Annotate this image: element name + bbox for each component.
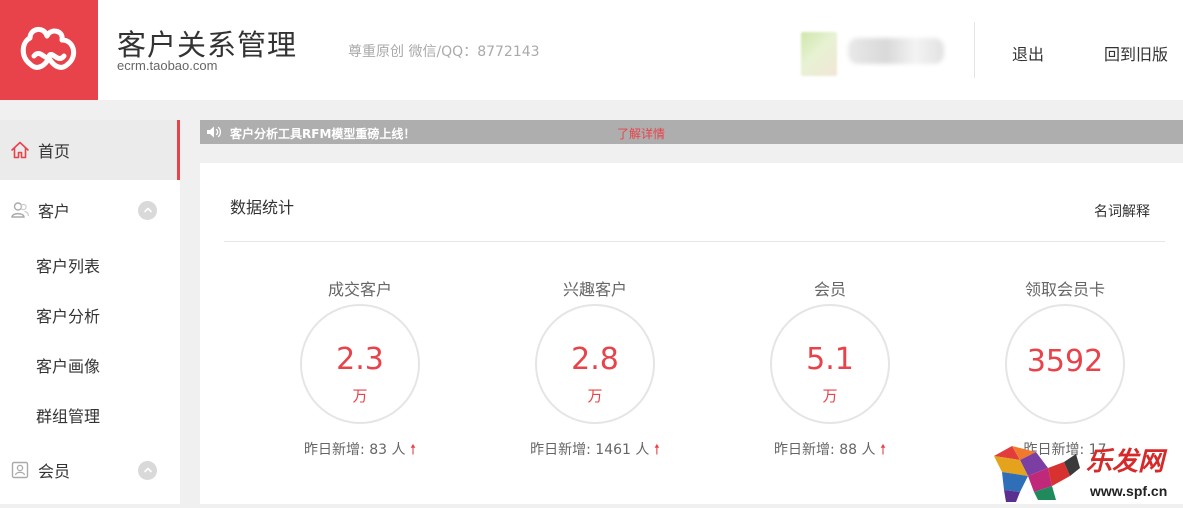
header-divider: [974, 22, 975, 78]
stat-unit: 万: [352, 387, 368, 405]
stat-foot-prefix: 昨日新增:: [530, 442, 596, 458]
sidebar-subitem-label: 群组管理: [36, 407, 101, 426]
stat-yesterday-new: 昨日新增: 1461 人 🠕: [495, 439, 695, 463]
sidebar-subitem-label: 客户分析: [36, 307, 101, 326]
stat-card-interested-customers[interactable]: 兴趣客户 2.8 万 昨日新增: 1461 人 🠕: [495, 163, 695, 504]
announcement-text: 客户分析工具RFM模型重磅上线！: [230, 127, 416, 141]
sidebar-subitem-customer-portrait[interactable]: 客户画像: [0, 340, 180, 390]
stat-circle: 5.1 万: [770, 304, 890, 424]
sidebar-subitem-group-management[interactable]: 群组管理: [0, 390, 180, 440]
member-card-icon: [10, 460, 30, 480]
stat-circle: 2.8 万: [535, 304, 655, 424]
sidebar-item-members[interactable]: 会员: [0, 440, 180, 500]
stat-unit: 万: [822, 387, 838, 405]
top-header: 客户关系管理 ecrm.taobao.com 尊重原创 微信/QQ：877214…: [0, 0, 1183, 100]
sidebar-item-customers[interactable]: 客户: [0, 180, 180, 240]
sidebar-item-label: 首页: [38, 142, 71, 161]
header-slogan: 尊重原创 微信/QQ：8772143: [348, 44, 540, 60]
arrow-up-icon: 🠕: [409, 442, 416, 458]
sidebar-item-label: 会员: [38, 462, 71, 481]
stat-circle: 2.3 万: [300, 304, 420, 424]
watermark-url: www.spf.cn: [1089, 483, 1167, 499]
announcement-bar: 客户分析工具RFM模型重磅上线！ 了解详情: [200, 120, 1183, 144]
stat-value: 5.1: [806, 342, 854, 377]
users-icon: [10, 200, 30, 220]
stat-card-deal-customers[interactable]: 成交客户 2.3 万 昨日新增: 83 人 🠕: [260, 163, 460, 504]
sidebar-subitem-label: 客户列表: [36, 257, 101, 276]
chevron-up-icon[interactable]: [138, 200, 157, 220]
stat-foot-value: 1461 人: [595, 442, 650, 458]
sidebar-subitem-label: 客户画像: [36, 357, 101, 376]
watermark-brand: 乐发网: [1086, 447, 1168, 477]
sidebar-item-home[interactable]: 首页: [0, 120, 180, 180]
stat-yesterday-new: 昨日新增: 83 人 🠕: [260, 439, 460, 463]
stat-unit: 万: [587, 387, 603, 405]
stat-label: 成交客户: [327, 280, 392, 299]
arrow-up-icon: 🠕: [879, 442, 886, 458]
stat-foot-value: 83 人: [369, 442, 406, 458]
stat-value: 3592: [1026, 344, 1104, 379]
stat-value: 2.3: [336, 342, 384, 377]
stat-card-members[interactable]: 会员 5.1 万 昨日新增: 88 人 🠕: [730, 163, 930, 504]
stat-yesterday-new: 昨日新增: 88 人 🠕: [730, 439, 930, 463]
stat-foot-value: 88 人: [839, 442, 876, 458]
sidebar: 首页 客户 客户列表 客户分析 客户画像 群组管理 会员: [0, 120, 180, 504]
sidebar-subitem-customer-analysis[interactable]: 客户分析: [0, 290, 180, 340]
chevron-up-icon[interactable]: [138, 460, 157, 480]
arrow-up-icon: 🠕: [653, 442, 660, 458]
crm-logo-icon: [20, 27, 77, 70]
sidebar-subitem-customer-list[interactable]: 客户列表: [0, 240, 180, 290]
stat-label: 会员: [813, 280, 846, 299]
stat-circle: 3592: [1005, 304, 1125, 424]
site-watermark: 乐发网 www.spf.cn: [990, 442, 1183, 504]
home-icon: [10, 140, 30, 160]
app-domain: ecrm.taobao.com: [117, 58, 218, 73]
stat-label: 领取会员卡: [1024, 280, 1105, 299]
stat-foot-prefix: 昨日新增:: [304, 442, 370, 458]
announcement-details-link[interactable]: 了解详情: [617, 125, 665, 142]
stat-label: 兴趣客户: [562, 280, 627, 299]
sidebar-item-label: 客户: [38, 202, 71, 221]
user-name-blurred[interactable]: [848, 38, 944, 64]
speaker-icon: [206, 125, 222, 139]
old-version-link[interactable]: 回到旧版: [1104, 41, 1168, 65]
stat-value: 2.8: [571, 342, 619, 377]
app-logo[interactable]: [0, 0, 98, 100]
stat-foot-prefix: 昨日新增:: [774, 442, 840, 458]
bull-logo-icon: 乐发网 www.spf.cn: [994, 446, 1168, 502]
user-avatar[interactable]: [801, 32, 837, 76]
logout-link[interactable]: 退出: [1012, 41, 1044, 65]
